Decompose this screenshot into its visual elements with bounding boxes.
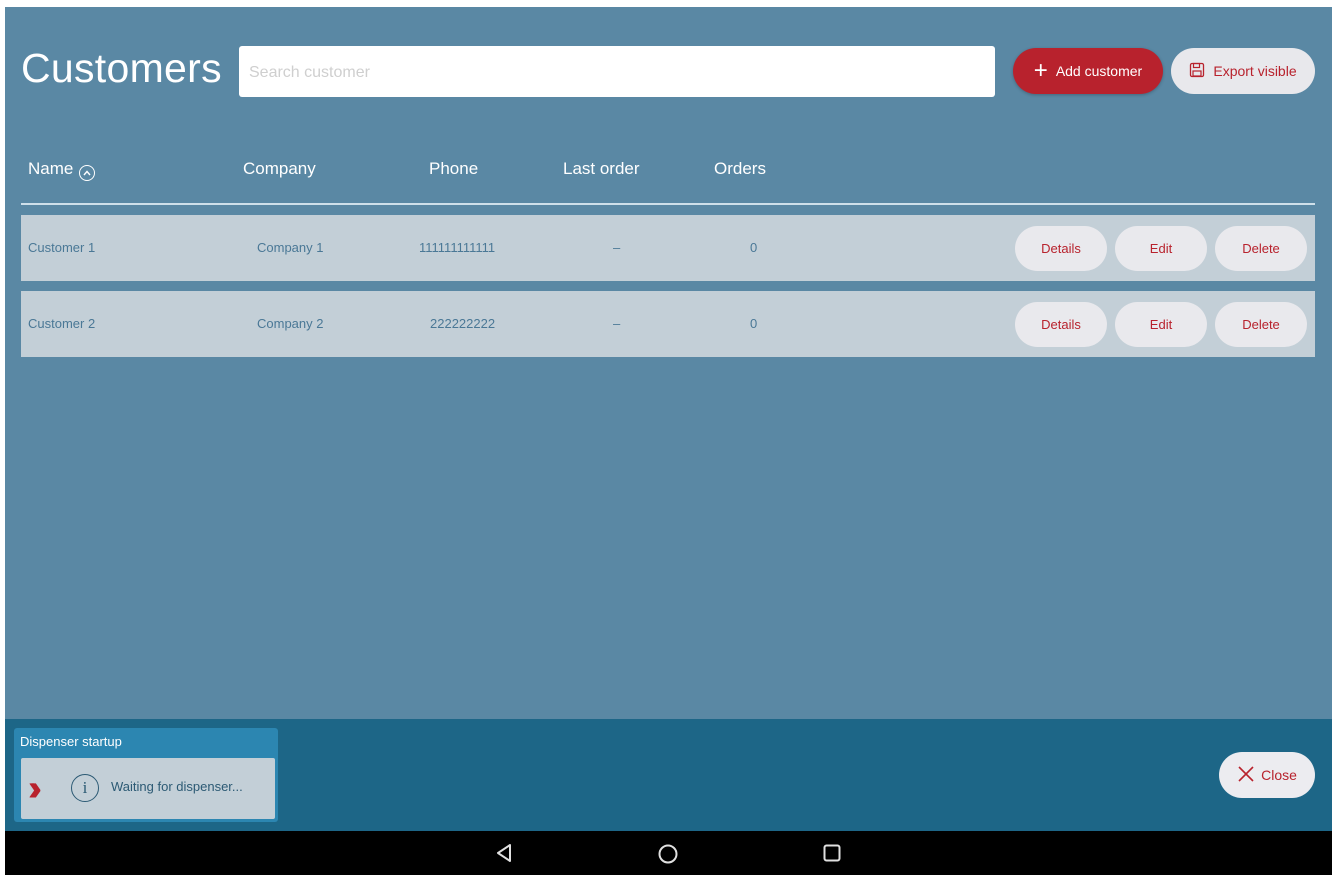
- table-row: Customer 2 Company 2 222222222 – 0 Detai…: [21, 291, 1315, 357]
- info-icon: i: [71, 774, 99, 802]
- cell-name: Customer 2: [28, 316, 96, 331]
- add-customer-button[interactable]: + Add customer: [1013, 48, 1163, 94]
- cell-orders: 0: [750, 316, 758, 331]
- double-chevron-right-icon: ››: [28, 767, 42, 808]
- close-button[interactable]: Close: [1219, 752, 1315, 798]
- cell-company: Company 1: [257, 240, 324, 255]
- cell-phone: 222222222: [430, 316, 496, 331]
- page-title: Customers: [21, 45, 222, 91]
- notification-message: Waiting for dispenser...: [111, 779, 243, 794]
- plus-icon: +: [1033, 57, 1048, 84]
- search-input[interactable]: [247, 46, 991, 99]
- notification-body[interactable]: ›› i Waiting for dispenser...: [21, 758, 275, 819]
- column-header-name[interactable]: Name: [28, 159, 96, 181]
- app-window: Customers + Add customer Export visible …: [5, 7, 1332, 875]
- cell-last-order: –: [613, 240, 621, 255]
- android-nav-bar: [5, 831, 1332, 875]
- search-box[interactable]: [239, 46, 995, 99]
- cell-name: Customer 1: [28, 240, 96, 255]
- cell-phone: 111111111111: [419, 240, 496, 255]
- export-visible-label: Export visible: [1213, 63, 1297, 79]
- edit-button[interactable]: Edit: [1115, 226, 1207, 271]
- close-icon: [1237, 765, 1255, 786]
- close-label: Close: [1261, 767, 1297, 783]
- cell-orders: 0: [750, 240, 758, 255]
- table-row: Customer 1 Company 1 111111111111 – 0 De…: [21, 215, 1315, 281]
- column-header-phone[interactable]: Phone: [429, 159, 478, 179]
- details-button[interactable]: Details: [1015, 226, 1107, 271]
- column-header-last-order[interactable]: Last order: [563, 159, 640, 179]
- export-visible-button[interactable]: Export visible: [1171, 48, 1315, 94]
- details-button[interactable]: Details: [1015, 302, 1107, 347]
- column-header-name-label: Name: [28, 159, 74, 178]
- sort-ascending-icon[interactable]: [79, 165, 96, 181]
- notification-panel: Dispenser startup ›› i Waiting for dispe…: [14, 728, 278, 822]
- recents-icon[interactable]: [822, 843, 842, 868]
- delete-button[interactable]: Delete: [1215, 226, 1307, 271]
- cell-company: Company 2: [257, 316, 324, 331]
- column-header-orders[interactable]: Orders: [714, 159, 766, 179]
- edit-button[interactable]: Edit: [1115, 302, 1207, 347]
- add-customer-label: Add customer: [1055, 63, 1143, 79]
- header-divider: [21, 203, 1315, 205]
- back-icon[interactable]: [495, 843, 513, 868]
- column-header-company[interactable]: Company: [243, 159, 316, 179]
- notification-title: Dispenser startup: [20, 734, 122, 749]
- cell-last-order: –: [613, 316, 621, 331]
- delete-button[interactable]: Delete: [1215, 302, 1307, 347]
- bottom-bar: Dispenser startup ›› i Waiting for dispe…: [5, 719, 1332, 831]
- home-icon[interactable]: [657, 843, 679, 870]
- save-icon: [1189, 62, 1205, 81]
